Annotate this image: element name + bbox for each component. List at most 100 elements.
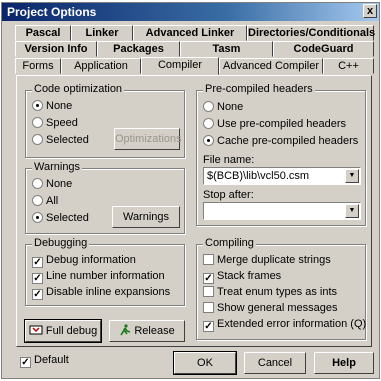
radio-label: Selected xyxy=(46,134,89,146)
radio-button[interactable] xyxy=(32,212,43,223)
stop-after-combo[interactable]: ▼ xyxy=(203,202,361,220)
tab-directories-conditionals[interactable]: Directories/Conditionals xyxy=(247,25,375,41)
full-debug-button[interactable]: Full debug xyxy=(24,319,102,343)
checkbox-debug-information[interactable]: ✓ Debug information xyxy=(32,254,136,268)
radio-button[interactable] xyxy=(32,195,43,206)
warnings-button[interactable]: Warnings xyxy=(112,206,180,228)
compiler-page: Code optimization None Speed Selected Op… xyxy=(16,75,372,347)
radio-label: Speed xyxy=(46,117,78,129)
radio-label: Use pre-compiled headers xyxy=(217,118,347,130)
debugging-group: Debugging ✓ Debug information ✓ Line numbe… xyxy=(25,237,185,306)
checkbox-box[interactable] xyxy=(203,254,214,265)
checkbox-label: Debug information xyxy=(46,254,136,266)
help-button[interactable]: Help xyxy=(314,352,374,374)
checkbox-label: Disable inline expansions xyxy=(46,286,171,298)
button-label: Release xyxy=(134,325,175,337)
tab-advanced-linker[interactable]: Advanced Linker xyxy=(133,25,247,41)
ok-button[interactable]: OK xyxy=(173,351,237,375)
checkbox-label: Default xyxy=(34,354,69,366)
release-button[interactable]: Release xyxy=(109,320,185,342)
cancel-button[interactable]: Cancel xyxy=(244,352,306,374)
check-icon[interactable]: ✓ xyxy=(32,289,43,300)
radio-label: None xyxy=(217,101,244,113)
radio-button[interactable] xyxy=(32,100,43,111)
compiling-group: Compiling Merge duplicate strings ✓ Stack… xyxy=(196,237,366,340)
checkbox-label: Stack frames xyxy=(217,270,282,282)
title-bar: Project Options x xyxy=(2,3,379,21)
radio-button[interactable] xyxy=(203,118,214,129)
radio-label: Selected xyxy=(46,212,89,224)
file-name-label: File name: xyxy=(203,154,255,166)
checkbox-box[interactable] xyxy=(203,302,214,313)
window-title: Project Options xyxy=(7,5,97,19)
checkbox-label: Extended error information (Q) xyxy=(217,318,367,330)
precompiled-headers-group: Pre-compiled headers None Use pre-compil… xyxy=(196,83,366,226)
button-label: Full debug xyxy=(45,325,98,337)
checkbox-label: Line number information xyxy=(46,270,165,282)
check-icon[interactable]: ✓ xyxy=(203,273,214,284)
check-icon[interactable]: ✓ xyxy=(203,321,214,332)
checkbox-label: Treat enum types as ints xyxy=(217,286,338,298)
group-title: Warnings xyxy=(32,161,83,173)
radio-button[interactable] xyxy=(32,117,43,128)
tab-version-info[interactable]: Version Info xyxy=(15,41,97,57)
project-options-window: Project Options x Pascal Linker Advanced… xyxy=(1,2,380,379)
radio-label: None xyxy=(46,100,73,112)
stop-after-label: Stop after: xyxy=(203,189,254,201)
tab-advanced-compiler[interactable]: Advanced Compiler xyxy=(219,58,323,74)
checkbox-line-number-information[interactable]: ✓ Line number information xyxy=(32,270,165,284)
checkbox-label: Merge duplicate strings xyxy=(217,254,331,266)
file-name-combo[interactable]: $(BCB)\lib\vcl50.csm ▼ xyxy=(203,167,361,185)
checkbox-stack-frames[interactable]: ✓ Stack frames xyxy=(203,270,281,284)
radio-optimization-speed[interactable]: Speed xyxy=(32,117,78,130)
runner-icon xyxy=(120,324,131,336)
tab-packages[interactable]: Packages xyxy=(97,41,180,57)
chevron-down-icon[interactable]: ▼ xyxy=(345,169,359,183)
radio-button[interactable] xyxy=(32,178,43,189)
chevron-down-icon[interactable]: ▼ xyxy=(345,204,359,218)
radio-button[interactable] xyxy=(203,135,214,146)
radio-label: Cache pre-compiled headers xyxy=(217,135,359,147)
tab-cpp[interactable]: C++ xyxy=(323,58,374,74)
radio-warnings-none[interactable]: None xyxy=(32,178,72,191)
checkbox-default[interactable]: ✓ Default xyxy=(20,354,69,368)
close-icon[interactable]: x xyxy=(363,4,377,18)
checkbox-label: Show general messages xyxy=(217,302,338,314)
radio-pch-none[interactable]: None xyxy=(203,101,243,114)
check-icon[interactable]: ✓ xyxy=(32,257,43,268)
tab-pascal[interactable]: Pascal xyxy=(15,25,71,41)
checkbox-extended-error-information[interactable]: ✓ Extended error information (Q) xyxy=(203,318,366,332)
optimizations-button[interactable]: Optimizations xyxy=(114,128,182,150)
group-title: Code optimization xyxy=(32,83,125,95)
radio-button[interactable] xyxy=(203,101,214,112)
checkbox-disable-inline-expansions[interactable]: ✓ Disable inline expansions xyxy=(32,286,170,300)
radio-pch-cache[interactable]: Cache pre-compiled headers xyxy=(203,135,358,148)
radio-button[interactable] xyxy=(32,134,43,145)
radio-label: None xyxy=(46,178,73,190)
radio-warnings-selected[interactable]: Selected xyxy=(32,212,89,225)
radio-warnings-all[interactable]: All xyxy=(32,195,58,208)
tab-application[interactable]: Application xyxy=(61,58,141,74)
check-icon[interactable]: ✓ xyxy=(20,357,31,368)
checkbox-show-general-messages[interactable]: Show general messages xyxy=(203,302,337,315)
checkbox-box[interactable] xyxy=(203,286,214,297)
radio-pch-use[interactable]: Use pre-compiled headers xyxy=(203,118,346,131)
tab-forms[interactable]: Forms xyxy=(15,58,61,74)
checkbox-merge-duplicate-strings[interactable]: Merge duplicate strings xyxy=(203,254,331,267)
checkbox-treat-enum-types-as-ints[interactable]: Treat enum types as ints xyxy=(203,286,337,299)
bug-icon xyxy=(29,325,43,335)
group-title: Debugging xyxy=(32,237,90,249)
group-title: Compiling xyxy=(203,237,256,249)
group-title: Pre-compiled headers xyxy=(203,83,315,95)
tab-tasm[interactable]: Tasm xyxy=(180,41,273,57)
radio-optimization-selected[interactable]: Selected xyxy=(32,134,89,147)
code-optimization-group: Code optimization None Speed Selected Op… xyxy=(25,83,185,158)
warnings-group: Warnings None All Selected Warnings xyxy=(25,161,185,234)
tab-compiler[interactable]: Compiler xyxy=(141,57,219,75)
file-name-value: $(BCB)\lib\vcl50.csm xyxy=(207,170,310,182)
check-icon[interactable]: ✓ xyxy=(32,273,43,284)
tab-codeguard[interactable]: CodeGuard xyxy=(273,41,374,57)
radio-optimization-none[interactable]: None xyxy=(32,100,72,113)
radio-label: All xyxy=(46,195,59,207)
tab-linker[interactable]: Linker xyxy=(71,25,133,41)
